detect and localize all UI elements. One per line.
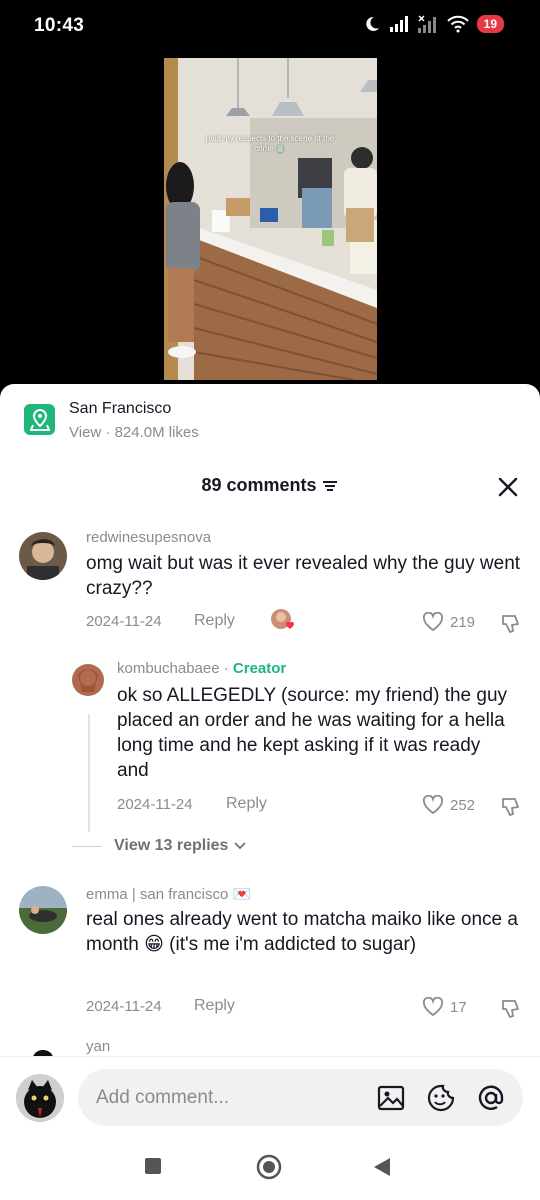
- comments-count: 89 comments: [201, 475, 317, 495]
- comment-date: 2024-11-24: [117, 796, 193, 813]
- status-icons: 19: [363, 15, 504, 33]
- emoji-icon[interactable]: [426, 1083, 456, 1113]
- nav-square-icon[interactable]: [143, 1156, 163, 1176]
- nav-back-icon[interactable]: [372, 1156, 392, 1178]
- location-pin-icon: [24, 404, 55, 435]
- avatar[interactable]: [72, 664, 104, 696]
- image-icon[interactable]: [376, 1083, 406, 1113]
- location-link[interactable]: San Francisco View · 824.0M likes: [24, 400, 199, 441]
- comments-header: 89 comments: [0, 475, 540, 499]
- user-avatar[interactable]: [16, 1074, 64, 1122]
- avatar[interactable]: [19, 886, 67, 934]
- view-replies-button[interactable]: View 13 replies: [72, 837, 248, 855]
- like-count: 252: [450, 796, 476, 814]
- like-button[interactable]: 252: [422, 795, 475, 815]
- battery-indicator: 19: [476, 15, 504, 33]
- comment-input-placeholder: Add comment...: [96, 1086, 230, 1108]
- like-count: 17: [450, 998, 467, 1016]
- reply-button[interactable]: Reply: [194, 997, 235, 1015]
- comment-text: ok so ALLEGEDLY (source: my friend) the …: [117, 685, 508, 781]
- comment-item: emma | san francisco 💌 real ones already…: [0, 880, 540, 1018]
- heart-icon: [422, 997, 444, 1017]
- video-scene: [164, 58, 377, 380]
- nav-home-icon[interactable]: [256, 1154, 282, 1180]
- comment-reply-item: kombuchabaee · Creator ok so ALLEGEDLY (…: [0, 656, 540, 826]
- video-area[interactable]: paid my respects to the scene of the cri…: [0, 52, 540, 384]
- comments-sheet: San Francisco View · 824.0M likes 89 com…: [0, 384, 540, 1200]
- comment-date: 2024-11-24: [86, 613, 162, 630]
- comment-text: real ones already went to matcha maiko l…: [86, 909, 518, 955]
- reply-button[interactable]: Reply: [194, 612, 235, 630]
- comment-item: redwinesupesnova omg wait but was it eve…: [0, 524, 540, 634]
- comment-item: yan: [0, 1036, 540, 1056]
- creator-badge: Creator: [232, 660, 287, 677]
- avatar[interactable]: [19, 532, 67, 580]
- moon-icon: [365, 16, 379, 31]
- location-title: San Francisco: [69, 400, 172, 417]
- comment-username[interactable]: yan: [86, 1038, 110, 1055]
- close-icon[interactable]: [496, 475, 520, 499]
- chevron-down-icon: [234, 842, 247, 850]
- comment-username[interactable]: kombuchabaee · Creator: [117, 660, 286, 677]
- status-bar: 10:43 19: [0, 0, 540, 52]
- signal-icon: [389, 16, 408, 32]
- like-button[interactable]: 17: [422, 997, 467, 1017]
- comment-input[interactable]: Add comment...: [78, 1069, 523, 1126]
- comment-username[interactable]: redwinesupesnova: [86, 529, 211, 546]
- view-replies-divider: [72, 845, 102, 847]
- video-caption: paid my respects to the scene of the cri…: [205, 134, 335, 153]
- wifi-icon: [446, 15, 469, 33]
- status-time: 10:43: [34, 15, 85, 36]
- like-button[interactable]: 219: [422, 612, 475, 632]
- view-replies-label: View 13 replies: [114, 837, 229, 854]
- system-nav-bar: [0, 1136, 540, 1200]
- signal-off-icon: [417, 15, 436, 33]
- heart-icon: [422, 612, 444, 632]
- location-subtitle: View · 824.0M likes: [69, 424, 199, 441]
- dislike-icon[interactable]: [498, 795, 522, 819]
- comments-sort-button[interactable]: 89 comments: [201, 475, 338, 496]
- heart-icon: [422, 795, 444, 815]
- avatar[interactable]: [19, 1044, 67, 1056]
- creator-liked-badge: [270, 608, 296, 634]
- comment-date: 2024-11-24: [86, 998, 162, 1015]
- comment-composer: Add comment...: [0, 1056, 540, 1136]
- comment-text: omg wait but was it ever revealed why th…: [86, 553, 521, 599]
- reply-button[interactable]: Reply: [226, 795, 267, 813]
- like-count: 219: [450, 613, 476, 631]
- dislike-icon[interactable]: [498, 997, 522, 1021]
- at-icon[interactable]: [476, 1083, 506, 1113]
- comment-username[interactable]: emma | san francisco 💌: [86, 885, 251, 903]
- video-thumbnail[interactable]: paid my respects to the scene of the cri…: [164, 58, 377, 380]
- dislike-icon[interactable]: [498, 612, 522, 636]
- filter-icon: [322, 480, 337, 491]
